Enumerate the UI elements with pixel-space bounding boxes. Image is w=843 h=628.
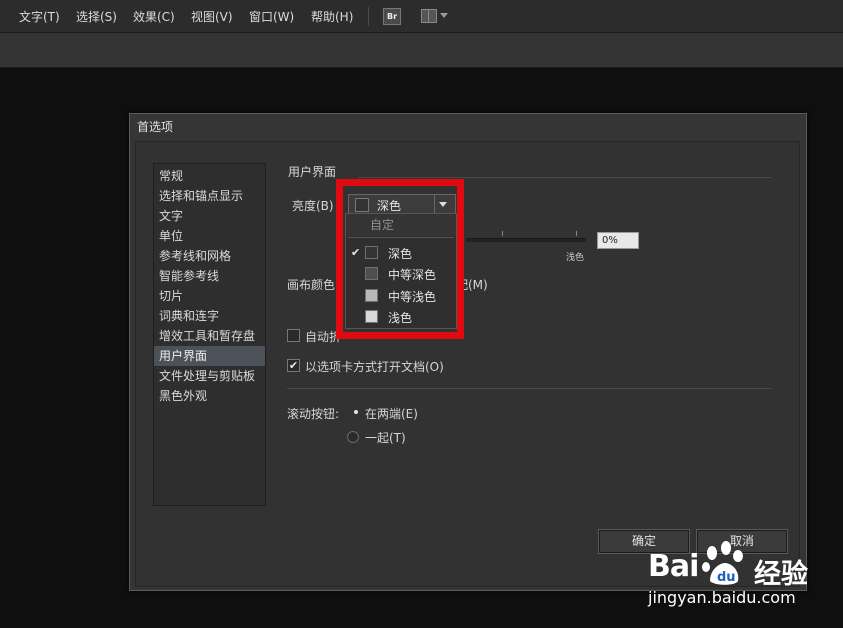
category-type[interactable]: 文字 bbox=[154, 206, 265, 226]
category-units[interactable]: 单位 bbox=[154, 226, 265, 246]
scroll-together-radio[interactable] bbox=[347, 431, 359, 443]
arrange-documents-button[interactable] bbox=[421, 9, 451, 23]
menu-window[interactable]: 窗口(W) bbox=[249, 8, 294, 25]
scroll-buttons-label: 滚动按钮: bbox=[287, 407, 340, 421]
menu-type[interactable]: 文字(T) bbox=[19, 8, 60, 25]
section-title: 用户界面 bbox=[288, 165, 337, 179]
category-guides-grid[interactable]: 参考线和网格 bbox=[154, 246, 265, 266]
dialog-body: 常规 选择和锚点显示 文字 单位 参考线和网格 智能参考线 切片 词典和连字 增… bbox=[135, 141, 800, 587]
dropdown-option-medium-light[interactable]: 中等浅色 bbox=[346, 286, 456, 307]
category-plugins-scratch[interactable]: 增效工具和暂存盘 bbox=[154, 326, 265, 346]
brightness-select[interactable]: 深色 bbox=[348, 194, 456, 214]
dropdown-option-light[interactable]: 浅色 bbox=[346, 307, 456, 328]
dialog-title: 首选项 bbox=[137, 120, 174, 134]
brightness-dropdown-menu: 自定 ✔ 深色 中等深色 中等浅色 浅色 bbox=[345, 213, 457, 329]
menu-help[interactable]: 帮助(H) bbox=[311, 8, 353, 25]
option-label: 深色 bbox=[388, 247, 413, 261]
menu-effect[interactable]: 效果(C) bbox=[133, 8, 175, 25]
category-hyphenation[interactable]: 词典和连字 bbox=[154, 306, 265, 326]
scroll-at-both-ends-radio[interactable] bbox=[350, 406, 362, 418]
category-general[interactable]: 常规 bbox=[154, 166, 265, 186]
color-swatch bbox=[365, 289, 378, 302]
paw-icon: du bbox=[702, 541, 743, 585]
dropdown-option-custom: 自定 bbox=[346, 214, 456, 236]
scroll-at-both-ends-label: 在两端(E) bbox=[365, 407, 418, 421]
dropdown-divider bbox=[348, 237, 454, 238]
color-swatch bbox=[355, 198, 369, 212]
brightness-slider[interactable] bbox=[466, 238, 586, 242]
chevron-down-icon bbox=[434, 195, 451, 213]
menu-select[interactable]: 选择(S) bbox=[76, 8, 117, 25]
scroll-together-label: 一起(T) bbox=[365, 431, 406, 445]
option-label: 中等深色 bbox=[388, 268, 437, 282]
bridge-button[interactable]: Br bbox=[383, 8, 401, 25]
category-user-interface[interactable]: 用户界面 bbox=[154, 346, 265, 366]
menu-view[interactable]: 视图(V) bbox=[191, 8, 233, 25]
watermark-url: jingyan.baidu.com bbox=[648, 588, 796, 607]
preferences-dialog: 首选项 常规 选择和锚点显示 文字 单位 参考线和网格 智能参考线 切片 词典和… bbox=[129, 113, 807, 591]
canvas-color-label: 画布颜色 bbox=[287, 278, 336, 292]
brightness-label: 亮度(B) bbox=[292, 199, 334, 213]
canvas-color-option-label[interactable]: 配(M) bbox=[456, 276, 488, 293]
auto-collapse-checkbox[interactable] bbox=[287, 329, 300, 342]
open-as-tabs-checkbox[interactable]: ✔ bbox=[287, 359, 300, 372]
color-swatch bbox=[365, 246, 378, 259]
svg-text:du: du bbox=[717, 570, 736, 585]
dropdown-option-dark[interactable]: ✔ 深色 bbox=[346, 243, 456, 264]
color-swatch bbox=[365, 267, 378, 280]
slider-tick bbox=[502, 231, 503, 236]
watermark-brand-left: Bai bbox=[648, 549, 699, 584]
menu-bar: 文字(T) 选择(S) 效果(C) 视图(V) 窗口(W) 帮助(H) Br bbox=[0, 0, 843, 33]
watermark-brand-right: 经验 bbox=[754, 559, 808, 590]
section-divider bbox=[358, 177, 771, 178]
menu-divider bbox=[368, 7, 369, 26]
option-label: 浅色 bbox=[388, 311, 413, 325]
color-swatch bbox=[365, 310, 378, 323]
category-file-clipboard[interactable]: 文件处理与剪贴板 bbox=[154, 366, 265, 386]
auto-collapse-label: 自动折 bbox=[305, 330, 342, 344]
option-label: 中等浅色 bbox=[388, 290, 437, 304]
brightness-selected-value: 深色 bbox=[377, 199, 402, 213]
dropdown-option-medium-dark[interactable]: 中等深色 bbox=[346, 264, 456, 285]
category-slices[interactable]: 切片 bbox=[154, 286, 265, 306]
category-selection-anchor[interactable]: 选择和锚点显示 bbox=[154, 186, 265, 206]
slider-tick bbox=[576, 231, 577, 236]
category-list: 常规 选择和锚点显示 文字 单位 参考线和网格 智能参考线 切片 词典和连字 增… bbox=[153, 163, 266, 506]
category-appearance-black[interactable]: 黑色外观 bbox=[154, 386, 265, 406]
checkmark-icon: ✔ bbox=[351, 246, 361, 259]
layout-icon bbox=[421, 9, 437, 23]
chevron-down-icon bbox=[440, 13, 448, 18]
slider-light-label: 浅色 bbox=[566, 253, 585, 263]
section-divider bbox=[287, 388, 772, 389]
category-smart-guides[interactable]: 智能参考线 bbox=[154, 266, 265, 286]
open-as-tabs-label: 以选项卡方式打开文档(O) bbox=[305, 360, 444, 374]
control-bar bbox=[0, 33, 843, 68]
baidu-jingyan-watermark: Bai du 经验 bbox=[648, 541, 843, 592]
brightness-value-field[interactable]: 0% bbox=[597, 232, 639, 249]
